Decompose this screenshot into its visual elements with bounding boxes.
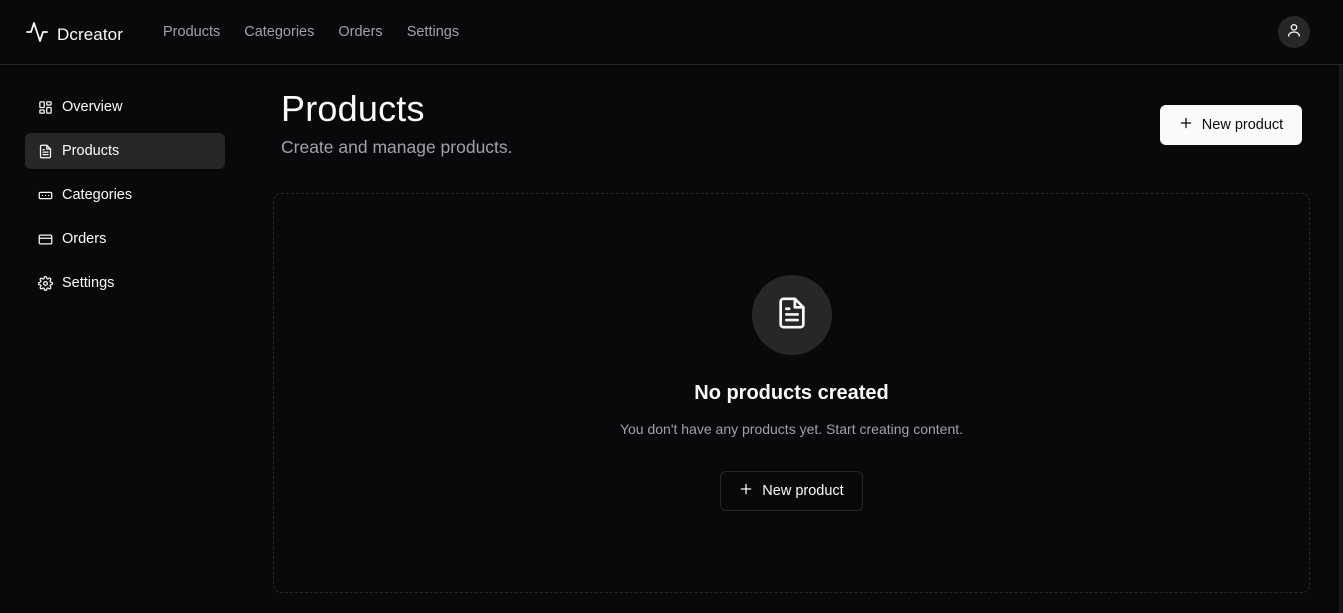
plus-icon [739, 482, 753, 500]
top-nav: Products Categories Orders Settings [163, 24, 459, 40]
sidebar-item-label: Orders [62, 231, 107, 247]
file-text-icon [37, 143, 53, 159]
top-bar: Dcreator Products Categories Orders Sett… [0, 0, 1343, 65]
topnav-item-settings[interactable]: Settings [407, 24, 459, 40]
sidebar-item-label: Categories [62, 187, 133, 203]
empty-state-description: You don't have any products yet. Start c… [619, 421, 964, 437]
plus-icon [1179, 116, 1193, 134]
sidebar-item-settings[interactable]: Settings [25, 265, 225, 301]
gear-icon [37, 275, 53, 291]
brand[interactable]: Dcreator [25, 20, 123, 49]
empty-state-button-label: New product [762, 483, 844, 499]
sidebar-item-categories[interactable]: Categories [25, 177, 225, 213]
new-product-button-label: New product [1201, 117, 1284, 133]
sidebar-item-overview[interactable]: Overview [25, 89, 225, 125]
topnav-item-categories[interactable]: Categories [244, 24, 314, 40]
empty-state-title: No products created [694, 382, 889, 404]
empty-state-icon-circle [752, 275, 832, 355]
sidebar-item-products[interactable]: Products [25, 133, 225, 169]
sidebar-item-label: Products [62, 143, 120, 159]
sidebar-item-label: Overview [62, 99, 123, 115]
credit-card-icon [37, 231, 53, 247]
topnav-item-orders[interactable]: Orders [338, 24, 382, 40]
brand-name: Dcreator [57, 24, 123, 44]
empty-state: No products created You don't have any p… [273, 193, 1310, 593]
sidebar: Overview Products Categories Orders Sett… [25, 89, 225, 309]
activity-icon [25, 20, 49, 49]
sidebar-item-label: Settings [62, 275, 115, 291]
topnav-item-products[interactable]: Products [163, 24, 220, 40]
user-icon [1286, 22, 1302, 43]
layout-dashboard-icon [37, 99, 53, 115]
page-subtitle: Create and manage products. [281, 137, 513, 157]
sidebar-item-orders[interactable]: Orders [25, 221, 225, 257]
empty-state-new-product-button[interactable]: New product [720, 471, 863, 511]
user-avatar-button[interactable] [1278, 16, 1310, 48]
page-title: Products [281, 88, 425, 129]
new-product-button[interactable]: New product [1160, 105, 1302, 145]
file-text-icon [775, 296, 809, 335]
rectangle-ellipsis-icon [37, 187, 53, 203]
scrollbar[interactable] [1339, 65, 1343, 613]
